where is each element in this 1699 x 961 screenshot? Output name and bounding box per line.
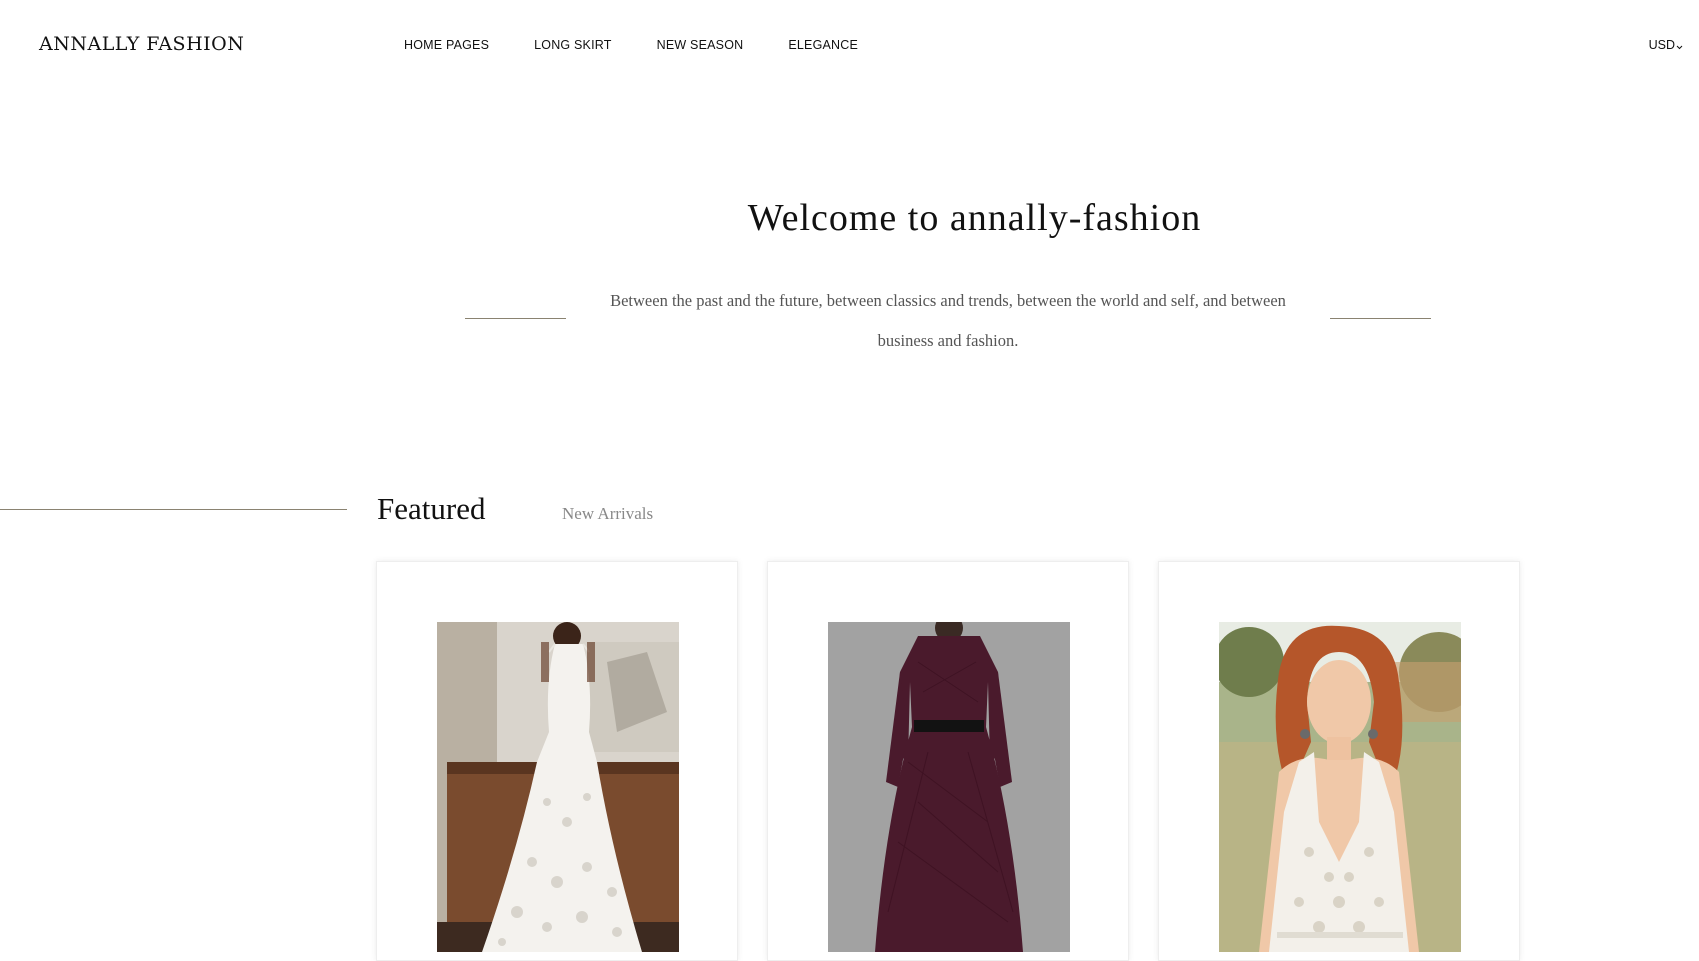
tab-new-arrivals[interactable]: New Arrivals xyxy=(562,504,653,524)
nav-item-long-skirt[interactable]: LONG SKIRT xyxy=(534,38,611,52)
product-card[interactable] xyxy=(376,561,738,961)
welcome-title: Welcome to annally-fashion xyxy=(747,197,1202,239)
product-card[interactable] xyxy=(767,561,1129,961)
product-image-white-lace-dress[interactable] xyxy=(437,622,679,952)
nav-item-new-season[interactable]: NEW SEASON xyxy=(657,38,744,52)
currency-label: USD xyxy=(1648,38,1675,52)
product-card[interactable] xyxy=(1158,561,1520,961)
main-nav: HOME PAGES LONG SKIRT NEW SEASON ELEGANC… xyxy=(404,38,903,52)
nav-item-home-pages[interactable]: HOME PAGES xyxy=(404,38,489,52)
welcome-divider-left xyxy=(465,318,566,319)
product-image-burgundy-lace-dress[interactable] xyxy=(828,622,1070,952)
site-header: ANNALLY FASHION HOME PAGES LONG SKIRT NE… xyxy=(0,0,1699,92)
currency-selector[interactable]: USD xyxy=(1649,38,1683,52)
product-image-white-crochet-top[interactable] xyxy=(1219,622,1461,952)
nav-item-elegance[interactable]: ELEGANCE xyxy=(788,38,858,52)
chevron-down-icon xyxy=(1676,40,1683,49)
product-grid xyxy=(376,561,1520,961)
welcome-divider-right xyxy=(1330,318,1431,319)
featured-divider xyxy=(0,509,347,510)
site-logo[interactable]: ANNALLY FASHION xyxy=(39,33,244,55)
welcome-text: Between the past and the future, between… xyxy=(610,291,1286,350)
tab-featured[interactable]: Featured xyxy=(377,491,485,527)
